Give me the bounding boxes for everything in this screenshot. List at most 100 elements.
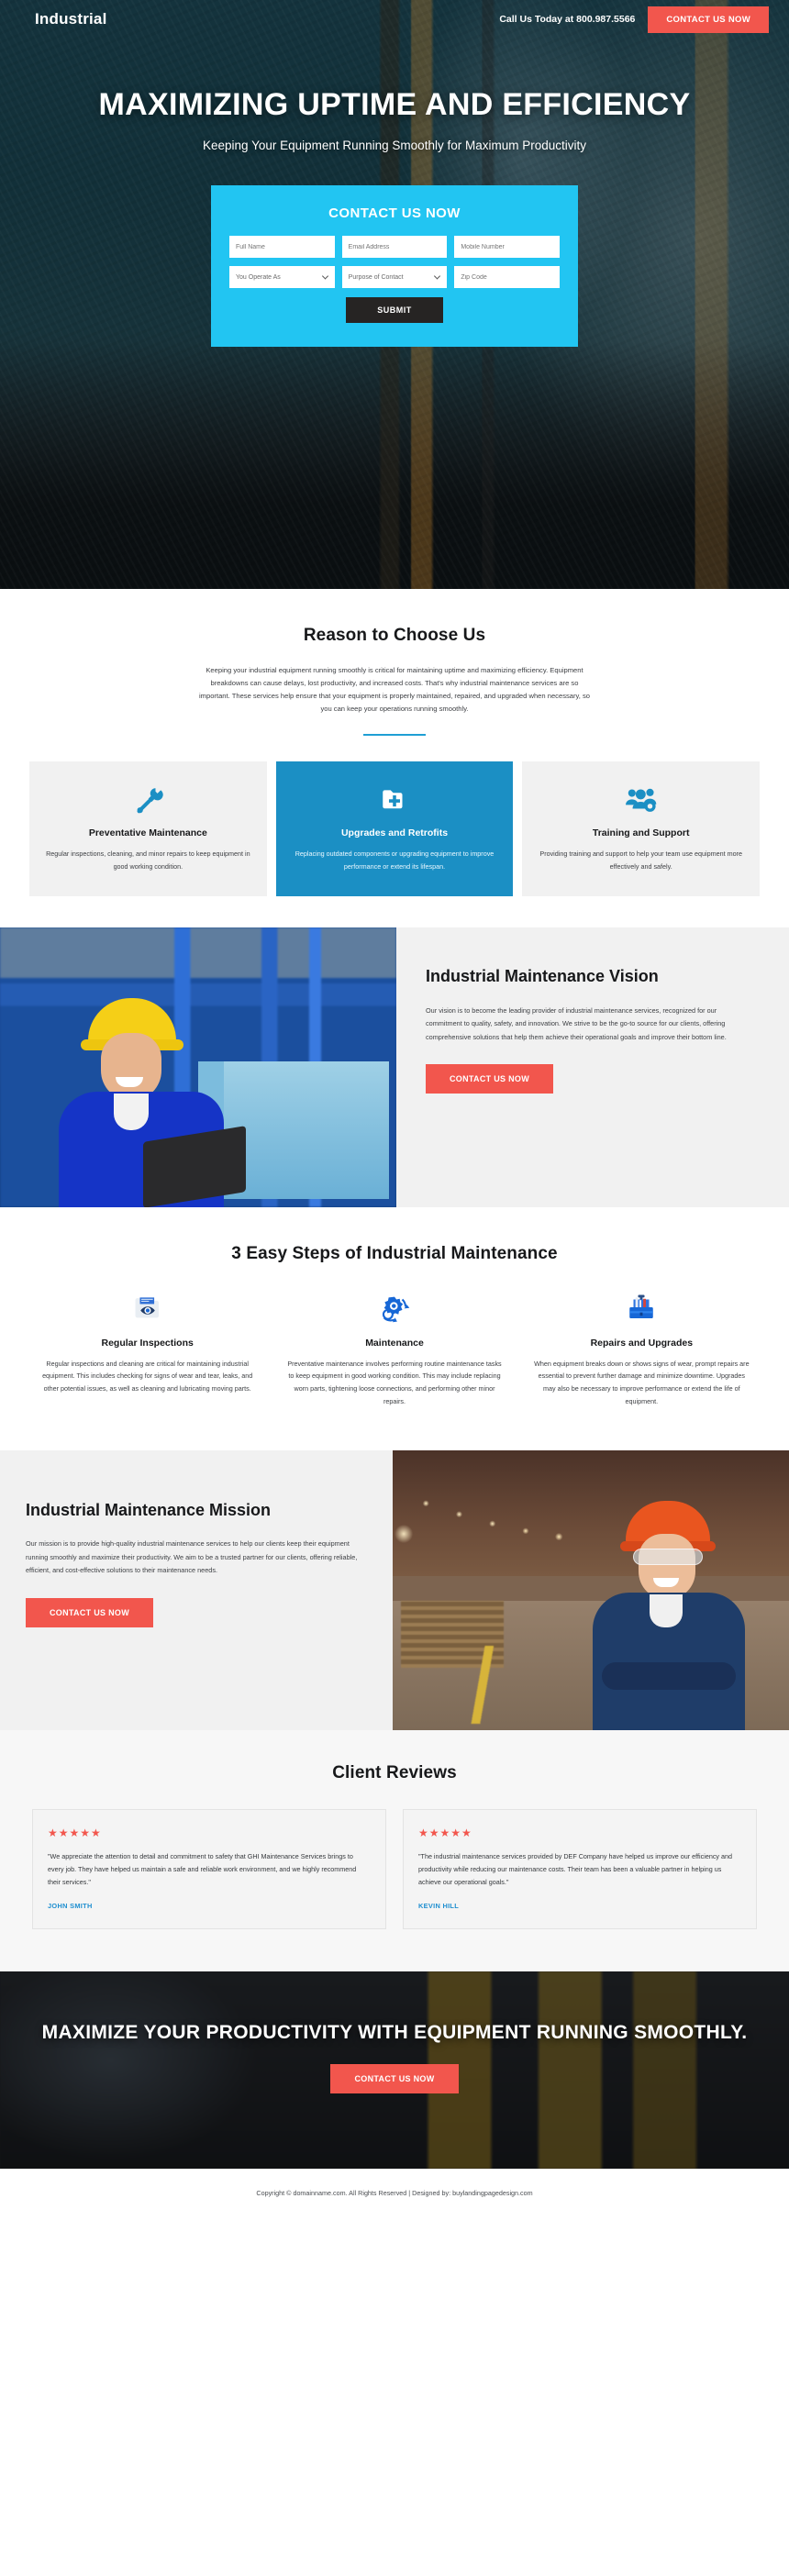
- steps-title: 3 Easy Steps of Industrial Maintenance: [231, 1243, 558, 1263]
- feature-card-text: Regular inspections, cleaning, and minor…: [46, 849, 250, 871]
- reason-title: Reason to Choose Us: [303, 626, 486, 645]
- people-gear-icon: [539, 783, 743, 816]
- review-author-name: JOHN SMITH: [48, 1901, 93, 1910]
- bottom-cta-button-wrapper: CONTACT US NOW: [0, 2063, 789, 2093]
- vision-contact-us-button[interactable]: CONTACT US NOW: [426, 1064, 554, 1094]
- person-face: [101, 1032, 161, 1101]
- chevron-down-icon: [434, 272, 441, 281]
- reason-paragraph: Keeping your industrial equipment runnin…: [198, 666, 591, 714]
- site-logo[interactable]: Industrial: [35, 10, 107, 28]
- mission-text-block: Industrial Maintenance Mission Our missi…: [0, 1450, 393, 1730]
- operate-as-select-value: You Operate As: [236, 273, 281, 281]
- step-text: When equipment breaks down or shows sign…: [534, 1359, 750, 1405]
- header-contact-us-button[interactable]: CONTACT US NOW: [648, 6, 769, 33]
- form-row-1: [229, 236, 561, 259]
- bottom-cta-content: MAXIMIZE YOUR PRODUCTIVITY WITH EQUIPMEN…: [0, 1971, 789, 2093]
- star-rating-icon: ★★★★★: [48, 1826, 102, 1839]
- person-shirt: [114, 1093, 149, 1130]
- email-input[interactable]: [341, 236, 448, 259]
- feature-card-upgrades-and-retrofits: Upgrades and Retrofits Replacing outdate…: [275, 761, 514, 896]
- reviews-section: Client Reviews ★★★★★ "We appreciate the …: [0, 1729, 789, 1971]
- vision-image-engineer-with-laptop: [0, 927, 396, 1207]
- mission-image-floor-marking: [416, 1646, 551, 1725]
- chevron-down-icon: [321, 272, 328, 281]
- feature-cards: Preventative Maintenance Regular inspect…: [29, 761, 761, 896]
- feature-card-text: Providing training and support to help y…: [539, 849, 742, 871]
- toolbox-icon: [527, 1288, 757, 1327]
- feature-card-title: Preventative Maintenance: [88, 827, 207, 839]
- contact-form-title: CONTACT US NOW: [328, 205, 461, 222]
- step-title: Regular Inspections: [101, 1337, 194, 1349]
- reviews-title: Client Reviews: [332, 1762, 457, 1782]
- purpose-of-contact-select[interactable]: Purpose of Contact: [341, 266, 448, 289]
- mission-title: Industrial Maintenance Mission: [26, 1500, 272, 1519]
- vision-text-block: Industrial Maintenance Vision Our vision…: [396, 927, 789, 1207]
- step-text: Preventative maintenance involves perfor…: [287, 1359, 502, 1405]
- person-shirt: [650, 1593, 683, 1627]
- hero-headline: MAXIMIZING UPTIME AND EFFICIENCY: [98, 87, 691, 122]
- feature-card-preventative-maintenance: Preventative Maintenance Regular inspect…: [29, 761, 267, 896]
- section-divider: [363, 734, 426, 737]
- vision-image-machinery: [224, 1061, 389, 1200]
- phone-number-text: Call Us Today at 800.987.5566: [499, 14, 636, 25]
- folder-plus-icon: [293, 783, 497, 816]
- zip-code-input[interactable]: [454, 266, 561, 289]
- submit-button-wrapper: SUBMIT: [229, 297, 560, 324]
- mission-image-engineer-in-warehouse: [393, 1449, 789, 1730]
- gear-wrench-refresh-icon: [279, 1288, 509, 1327]
- review-text: "The industrial maintenance services pro…: [418, 1851, 733, 1886]
- step-title: Maintenance: [365, 1337, 424, 1349]
- vision-image-person: [55, 996, 246, 1207]
- star-rating-icon: ★★★★★: [418, 1826, 472, 1839]
- mission-cta-wrapper: CONTACT US NOW: [26, 1598, 361, 1628]
- vision-title: Industrial Maintenance Vision: [426, 966, 659, 985]
- review-card: ★★★★★ "We appreciate the attention to de…: [32, 1808, 386, 1929]
- review-text: "We appreciate the attention to detail a…: [48, 1851, 357, 1886]
- mission-image-person: [585, 1500, 750, 1730]
- safety-glasses: [633, 1548, 703, 1565]
- mission-section: Industrial Maintenance Mission Our missi…: [0, 1449, 789, 1730]
- person-face: [639, 1533, 695, 1600]
- steps-grid: Regular Inspections Regular inspections …: [32, 1288, 757, 1408]
- operate-as-select[interactable]: You Operate As: [229, 266, 335, 289]
- bottom-contact-us-button[interactable]: CONTACT US NOW: [330, 2063, 459, 2093]
- footer: Copyright © domainname.com. All Rights R…: [0, 2168, 789, 2221]
- person-crossed-arms: [602, 1661, 736, 1690]
- step-text: Regular inspections and cleaning are cri…: [42, 1359, 253, 1393]
- top-bar-right-group: Call Us Today at 800.987.5566 CONTACT US…: [499, 6, 769, 33]
- vision-section: Industrial Maintenance Vision Our vision…: [0, 927, 789, 1207]
- step-title: Repairs and Upgrades: [590, 1337, 694, 1349]
- step-regular-inspections: Regular Inspections Regular inspections …: [32, 1288, 262, 1408]
- full-name-input[interactable]: [229, 236, 335, 259]
- vision-cta-wrapper: CONTACT US NOW: [426, 1064, 752, 1094]
- review-card: ★★★★★ "The industrial maintenance servic…: [403, 1808, 757, 1929]
- purpose-of-contact-select-value: Purpose of Contact: [348, 273, 404, 281]
- mission-paragraph: Our mission is to provide high-quality i…: [26, 1539, 358, 1575]
- step-maintenance: Maintenance Preventative maintenance inv…: [279, 1288, 509, 1408]
- reason-section: Reason to Choose Us Keeping your industr…: [0, 589, 789, 927]
- bottom-cta-headline: MAXIMIZE YOUR PRODUCTIVITY WITH EQUIPMEN…: [41, 2021, 748, 2043]
- feature-card-training-and-support: Training and Support Providing training …: [522, 761, 761, 896]
- feature-card-title: Upgrades and Retrofits: [340, 827, 449, 839]
- review-author-name: KEVIN HILL: [418, 1901, 460, 1910]
- reviews-grid: ★★★★★ "We appreciate the attention to de…: [32, 1808, 757, 1929]
- step-repairs-and-upgrades: Repairs and Upgrades When equipment brea…: [527, 1288, 757, 1408]
- feature-card-text: Replacing outdated components or upgradi…: [294, 849, 495, 871]
- hero-content: MAXIMIZING UPTIME AND EFFICIENCY Keeping…: [0, 39, 789, 348]
- steps-section: 3 Easy Steps of Industrial Maintenance R…: [0, 1206, 789, 1450]
- bottom-cta-section: MAXIMIZE YOUR PRODUCTIVITY WITH EQUIPMEN…: [0, 1971, 789, 2169]
- contact-form: CONTACT US NOW You Operate As Purpose of…: [211, 185, 578, 348]
- hero-section: Industrial Call Us Today at 800.987.5566…: [0, 0, 789, 589]
- form-row-2: You Operate As Purpose of Contact: [229, 266, 561, 289]
- footer-copyright-text: Copyright © domainname.com. All Rights R…: [256, 2188, 533, 2197]
- folder-eye-inspection-icon: [32, 1288, 262, 1327]
- hero-subheadline: Keeping Your Equipment Running Smoothly …: [203, 139, 586, 153]
- mission-contact-us-button[interactable]: CONTACT US NOW: [26, 1598, 154, 1628]
- submit-button[interactable]: SUBMIT: [346, 297, 443, 324]
- wrench-screwdriver-icon: [46, 783, 250, 816]
- mobile-number-input[interactable]: [454, 236, 561, 259]
- top-navigation-bar: Industrial Call Us Today at 800.987.5566…: [0, 0, 789, 39]
- landing-page: Industrial Call Us Today at 800.987.5566…: [0, 0, 789, 2221]
- feature-card-title: Training and Support: [592, 827, 690, 839]
- person-smile: [653, 1577, 679, 1587]
